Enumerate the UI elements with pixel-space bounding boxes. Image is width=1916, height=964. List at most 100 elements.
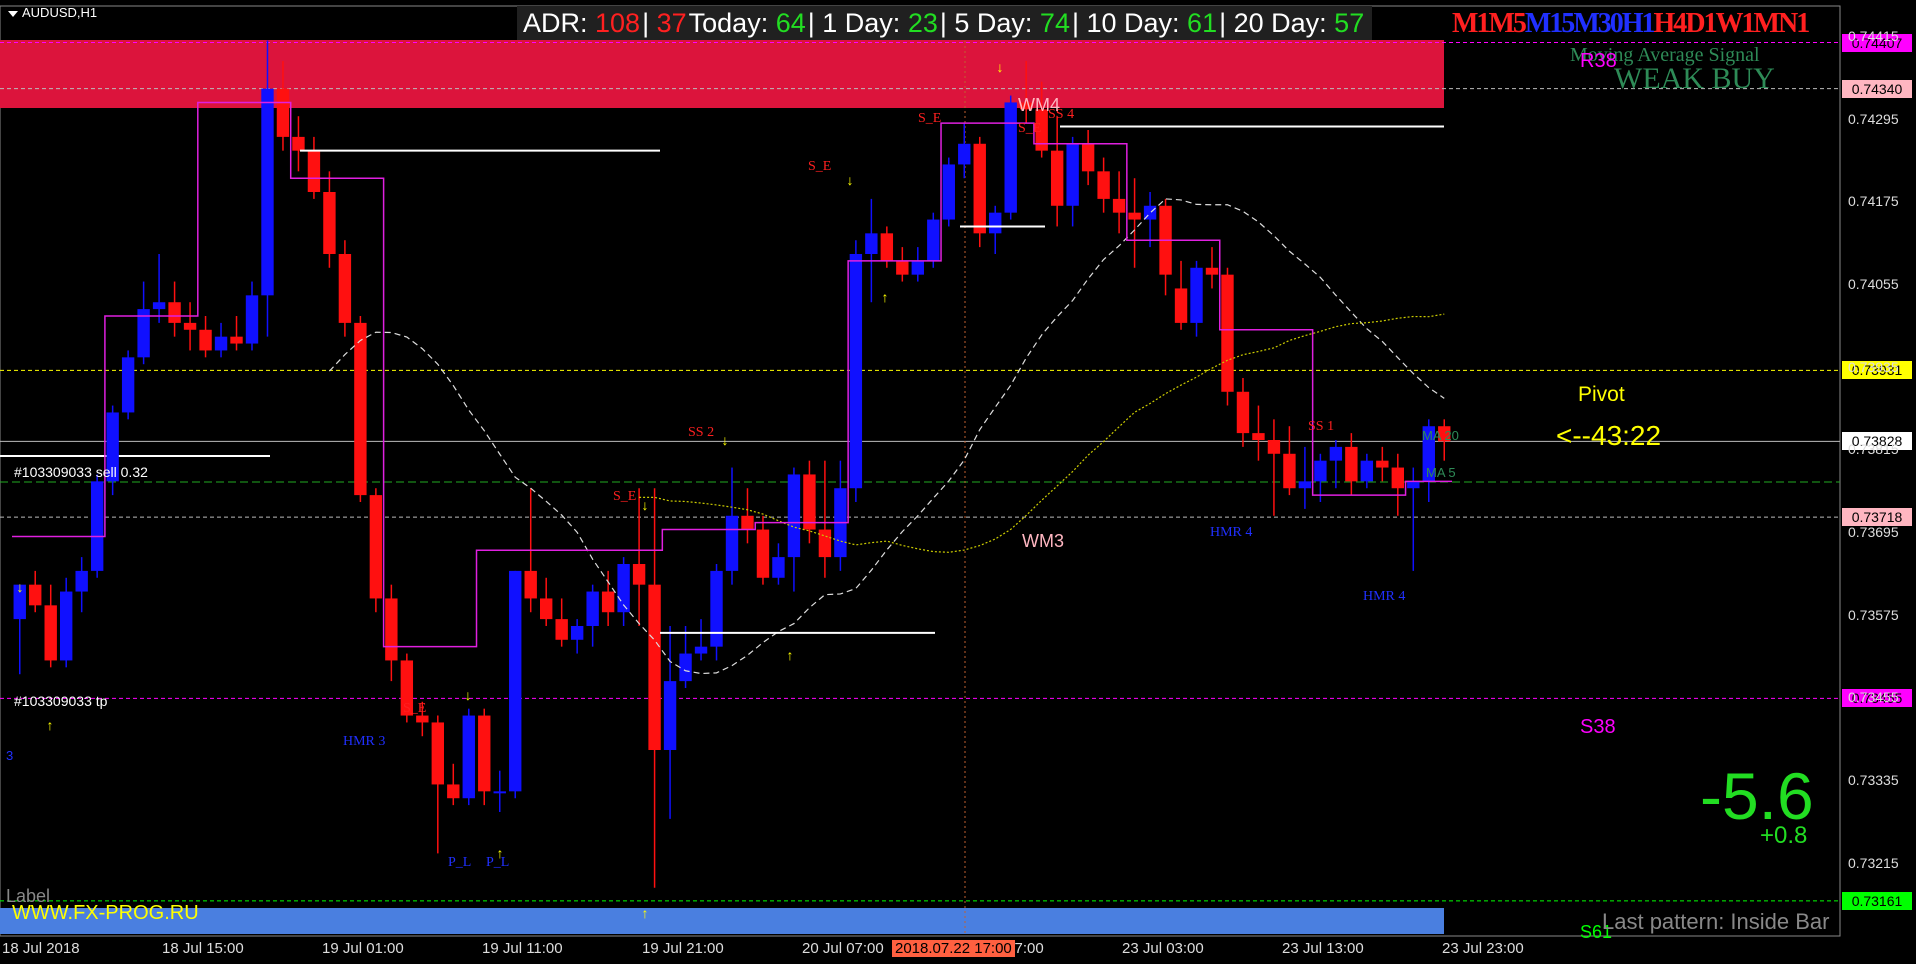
symbol-label: AUDUSD,H1: [22, 5, 98, 20]
candle-body: [230, 336, 243, 344]
countdown-label: <--43:22: [1556, 420, 1662, 451]
timeframe-m30[interactable]: M30: [1573, 8, 1623, 39]
price-axis-tick: 0.73815: [1848, 441, 1899, 458]
price-axis-tick: 0.73935: [1848, 358, 1899, 375]
resistance-zone: [0, 40, 1444, 108]
time-axis-tick: 18 Jul 15:00: [162, 940, 244, 957]
timeframe-m5[interactable]: M5: [1488, 8, 1526, 39]
annotation-label: P_L: [448, 855, 471, 870]
symbol-header: AUDUSD,H1: [8, 5, 97, 20]
annotation-label: SS 1: [1308, 419, 1334, 434]
adr-item-label: | 1 Day:: [807, 8, 908, 38]
annotation-label: HMR 4: [1210, 525, 1252, 540]
candle-body: [818, 529, 832, 558]
adr-item-value: 108: [595, 8, 641, 38]
candle-body: [1205, 267, 1219, 275]
candle-body: [1004, 102, 1017, 213]
adr-item-value: 74: [1039, 8, 1070, 38]
candle-body: [292, 136, 305, 151]
timeframe-w1[interactable]: W1: [1716, 8, 1756, 39]
annotation-label: S_E: [1018, 121, 1041, 136]
wm3-label: WM3: [1022, 531, 1064, 551]
candle-body: [911, 260, 924, 275]
candle-body: [1298, 481, 1312, 489]
adr-item-label: | 10 Day:: [1071, 8, 1188, 38]
arrow-up-icon: ↑: [642, 905, 649, 921]
price-axis-tick: 0.73575: [1848, 606, 1899, 623]
left-digit: 3: [6, 748, 14, 763]
time-axis-tick: 23 Jul 03:00: [1122, 940, 1204, 957]
candle-body: [973, 143, 986, 234]
price-chart[interactable]: S_ES_ES_ES_ES_ESS 2SS 4SS 1HMR 3HMR 4HMR…: [0, 0, 1916, 964]
annotation-label: S_E: [808, 159, 831, 174]
ma5-label: MA 5: [1426, 465, 1456, 480]
candle-body: [663, 681, 677, 750]
candle-body: [958, 143, 971, 165]
timeframe-strip[interactable]: M1M5M15M30H1H4D1W1MN1: [1452, 8, 1811, 40]
adr-item-value: 23: [907, 8, 938, 38]
chevron-down-icon[interactable]: [8, 10, 18, 17]
timeframe-m1[interactable]: M1: [1452, 8, 1490, 39]
candle-body: [338, 254, 352, 323]
arrow-down-icon: ↓: [722, 432, 729, 448]
arrow-down-icon: ↓: [847, 172, 854, 188]
candle-body: [540, 598, 553, 620]
candle-body: [880, 233, 894, 261]
candle-body: [803, 474, 816, 530]
candle-body: [121, 357, 135, 413]
candle-body: [214, 336, 228, 351]
arrow-down-icon: ↓: [997, 59, 1004, 75]
adr-item-label: | 20 Day:: [1219, 8, 1335, 38]
candle-body: [1112, 198, 1126, 213]
candle-body: [1128, 212, 1141, 220]
candle-body: [524, 570, 537, 599]
candle-body: [183, 322, 197, 330]
adr-item-value: 61: [1187, 8, 1218, 38]
candle-body: [865, 233, 878, 254]
adr-item-label: |: [642, 8, 657, 38]
site-url[interactable]: WWW.FX-PROG.RU: [12, 902, 199, 925]
timeframe-d1[interactable]: D1: [1685, 8, 1717, 39]
candle-body: [679, 653, 692, 682]
candle-body: [90, 481, 104, 571]
candle-body: [447, 784, 460, 799]
order-sell-label: #103309033 sell 0.32: [14, 464, 148, 480]
candle-body: [509, 570, 522, 792]
candle-body: [1376, 460, 1389, 468]
candle-body: [570, 626, 584, 640]
pivot-label: Pivot: [1578, 383, 1625, 406]
price-axis-tick: 0.74175: [1848, 193, 1899, 210]
candle-body: [648, 584, 661, 750]
price-axis-tick: 0.73215: [1848, 854, 1899, 871]
r38-label: R38: [1580, 50, 1617, 72]
ma20-label: MA 20: [1422, 428, 1459, 443]
annotation-label: SS 2: [688, 425, 714, 440]
timeframe-h1[interactable]: H1: [1622, 8, 1656, 39]
adr-item-value: 37: [656, 8, 687, 38]
price-axis-tick: 0.73695: [1848, 524, 1899, 540]
candle-body: [29, 584, 42, 606]
timeframe-m15[interactable]: M15: [1525, 8, 1575, 39]
candle-body: [60, 591, 73, 661]
candle-body: [1283, 453, 1296, 489]
price-axis-tick: 0.73455: [1848, 689, 1899, 706]
candle-body: [1360, 460, 1374, 482]
order-tp-label: #103309033 tp: [14, 693, 108, 709]
support-zone: [0, 908, 1444, 934]
candle-body: [989, 212, 1002, 234]
candle-body: [431, 722, 444, 785]
candle-body: [75, 570, 88, 592]
price-axis-tick: 0.73335: [1848, 772, 1899, 788]
timeframe-mn1[interactable]: MN1: [1754, 8, 1811, 39]
candle-body: [199, 329, 212, 351]
candle-body: [1252, 433, 1265, 440]
candle-body: [276, 88, 290, 137]
arrow-up-icon: ↑: [787, 647, 794, 663]
candle-body: [787, 474, 801, 558]
candle-body: [1097, 171, 1110, 199]
candle-body: [1329, 446, 1343, 461]
price-label-s61: 0.73161: [1842, 891, 1912, 910]
timeframe-h4[interactable]: H4: [1654, 8, 1688, 39]
candle-body: [741, 515, 754, 530]
candle-body: [307, 150, 321, 192]
